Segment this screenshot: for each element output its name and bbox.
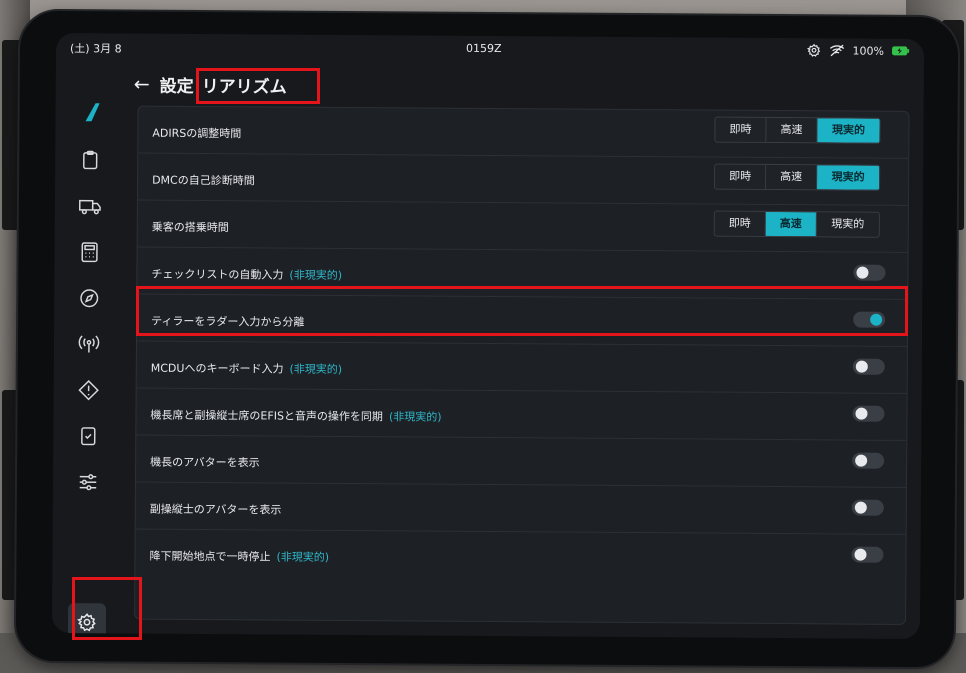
segmented-control: 即時 高速 現実的 <box>714 116 881 144</box>
status-bar: (土) 3月 8 0159Z 100% <box>56 33 924 63</box>
status-date: (土) 3月 8 <box>69 42 122 56</box>
sliders-icon[interactable] <box>75 469 101 495</box>
checklist-icon[interactable] <box>75 423 101 449</box>
toggle-switch[interactable] <box>852 405 885 422</box>
gear-icon[interactable] <box>806 43 821 57</box>
antenna-icon[interactable] <box>76 331 102 357</box>
wifi-off-icon <box>829 43 845 57</box>
efb-tablet: (土) 3月 8 0159Z 100% ← 設定 リアリズム ADIRSの調整時… <box>15 10 959 668</box>
setting-label: 機長席と副操縦士席のEFISと音声の操作を同期 (非現実的) <box>150 408 442 424</box>
option-realistic[interactable]: 現実的 <box>816 212 879 237</box>
option-fast[interactable]: 高速 <box>766 117 818 143</box>
highlight-box-tiller-row <box>136 286 908 336</box>
arrow-left-icon[interactable]: ← <box>134 73 150 95</box>
segmented-control: 即時 高速 現実的 <box>714 163 881 191</box>
setting-row-dmc: DMCの自己診断時間 即時 高速 現実的 <box>137 153 909 206</box>
toggle-knob <box>855 360 868 373</box>
clipboard-icon[interactable] <box>77 147 103 173</box>
logo-icon <box>81 101 103 123</box>
warning-icon[interactable] <box>76 377 102 403</box>
compass-icon[interactable] <box>76 285 102 311</box>
battery-icon <box>892 46 910 56</box>
efb-screen: (土) 3月 8 0159Z 100% ← 設定 リアリズム ADIRSの調整時… <box>51 32 925 640</box>
toggle-knob <box>854 501 867 514</box>
setting-label: ADIRSの調整時間 <box>152 126 242 141</box>
toggle-switch[interactable] <box>852 452 885 469</box>
battery-percent: 100% <box>852 44 885 58</box>
setting-row-tod-pause: 降下開始地点で一時停止 (非現実的) <box>135 530 905 581</box>
option-instant[interactable]: 即時 <box>715 117 767 142</box>
breadcrumb-parent[interactable]: 設定 <box>160 72 194 97</box>
toggle-switch[interactable] <box>853 264 886 281</box>
option-realistic[interactable]: 現実的 <box>817 118 880 143</box>
setting-row-captain-avatar: 機長のアバターを表示 <box>135 435 907 488</box>
status-indicators: 100% <box>806 43 911 58</box>
segmented-control: 即時 高速 現実的 <box>713 210 880 238</box>
highlight-box-settings-button <box>72 577 142 640</box>
toggle-switch[interactable] <box>851 499 884 516</box>
setting-row-adirs: ADIRSの調整時間 即時 高速 現実的 <box>138 106 909 159</box>
option-instant[interactable]: 即時 <box>715 164 767 189</box>
unrealistic-tag: (非現実的) <box>289 362 343 376</box>
sidebar <box>52 63 128 640</box>
setting-label: MCDUへのキーボード入力 (非現実的) <box>150 361 343 376</box>
option-fast[interactable]: 高速 <box>766 164 818 190</box>
setting-row-boarding: 乗客の搭乗時間 即時 高速 現実的 <box>137 200 908 253</box>
setting-label: 副操縦士のアバターを表示 <box>149 502 282 517</box>
zulu-time: 0159Z <box>465 41 502 56</box>
toggle-switch[interactable] <box>851 546 884 563</box>
setting-label: 降下開始地点で一時停止 (非現実的) <box>149 549 330 564</box>
option-realistic[interactable]: 現実的 <box>817 165 880 190</box>
truck-icon[interactable] <box>77 193 103 219</box>
calculator-icon[interactable] <box>77 239 103 265</box>
setting-label: 機長のアバターを表示 <box>150 455 260 470</box>
setting-label: 乗客の搭乗時間 <box>151 220 229 235</box>
toggle-knob <box>855 454 868 467</box>
setting-row-mcdu-keyboard: MCDUへのキーボード入力 (非現実的) <box>136 341 907 394</box>
setting-label: DMCの自己診断時間 <box>152 173 255 188</box>
setting-row-efis-sync: 機長席と副操縦士席のEFISと音声の操作を同期 (非現実的) <box>136 388 907 441</box>
toggle-knob <box>854 548 867 561</box>
option-fast[interactable]: 高速 <box>765 211 817 237</box>
highlight-box-title <box>196 68 320 104</box>
setting-label: チェックリストの自動入力 (非現実的) <box>151 267 343 282</box>
unrealistic-tag: (非現実的) <box>388 410 442 424</box>
toggle-knob <box>855 407 868 420</box>
toggle-switch[interactable] <box>852 358 885 375</box>
settings-panel: ADIRSの調整時間 即時 高速 現実的 DMCの自己診断時間 即時 高速 現実… <box>134 105 910 625</box>
unrealistic-tag: (非現実的) <box>276 550 330 564</box>
unrealistic-tag: (非現実的) <box>289 268 343 282</box>
option-instant[interactable]: 即時 <box>714 211 766 236</box>
toggle-knob <box>856 266 869 279</box>
setting-row-fo-avatar: 副操縦士のアバターを表示 <box>135 482 906 535</box>
